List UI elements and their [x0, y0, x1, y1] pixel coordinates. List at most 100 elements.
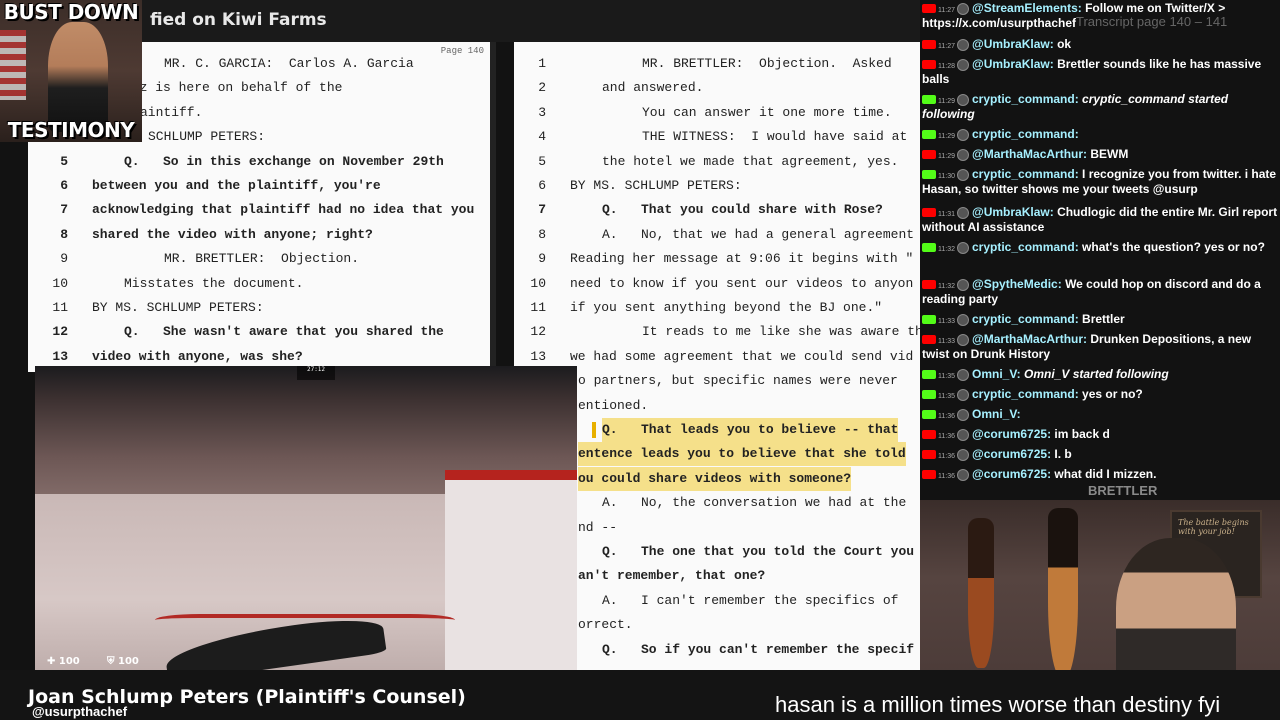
game-health-value: 100: [58, 656, 80, 667]
line-text: entence leads you to believe that she to…: [578, 442, 906, 467]
line-number: 4: [538, 129, 546, 145]
chat-username[interactable]: cryptic_command:: [972, 92, 1079, 106]
line-text: shared the video with anyone; right?: [92, 226, 373, 242]
kick-icon: [922, 243, 936, 253]
user-avatar: [957, 368, 969, 381]
game-armor-value: 100: [117, 656, 139, 667]
chat-username[interactable]: Omni_V:: [972, 367, 1021, 381]
chat-username[interactable]: @UmbraKlaw:: [972, 37, 1054, 51]
chat-message-text: BEWM: [1090, 147, 1129, 161]
page-title: fied on Kiwi Farms: [150, 10, 327, 30]
line-number: 8: [60, 226, 68, 242]
line-number: 5: [60, 153, 68, 169]
user-avatar: [957, 2, 969, 15]
highlight-marker: [592, 422, 596, 438]
channel-handle: @usurpthachef: [32, 704, 127, 719]
chat-message: 11:31 @UmbraKlaw: Chudlogic did the entir…: [922, 206, 1278, 233]
line-text: Q. That leads you to believe -- that: [602, 418, 899, 442]
chat-username[interactable]: @corum6725:: [972, 467, 1051, 481]
line-number: 10: [52, 275, 68, 291]
user-avatar: [957, 448, 969, 461]
transcript-line: 3 You can answer it one more time.: [514, 101, 920, 125]
chat-timestamp: 11:36: [938, 473, 955, 480]
chat-username[interactable]: @SpytheMedic:: [972, 277, 1062, 291]
line-text: ou could share videos with someone?: [578, 466, 852, 491]
chat-message-text: im back d: [1054, 427, 1110, 441]
transcript-line: 9 Reading her message at 9:06 it begins w…: [514, 247, 920, 271]
line-text: You can answer it one more time.: [642, 104, 892, 120]
kick-icon: [922, 370, 936, 380]
chat-username[interactable]: @UmbraKlaw:: [972, 57, 1054, 71]
kick-icon: [922, 170, 936, 180]
line-text: Q. The one that you told the Court you: [602, 544, 915, 559]
chat-message: 11:32 @SpytheMedic: We could hop on disco…: [922, 278, 1278, 305]
guitar-image: [968, 518, 994, 668]
wall-poster-text: The battle begins with your job!: [1178, 518, 1249, 536]
line-number: 10: [530, 275, 546, 291]
line-text: rez is here on behalf of the: [124, 80, 343, 96]
streamer-badge: BUST DOWN TESTIMONY: [0, 0, 142, 142]
chat-timestamp: 11:36: [938, 433, 955, 440]
transcript-line: 12 It reads to me like she was aware th: [514, 320, 920, 344]
chat-timestamp: 11:29: [938, 133, 955, 140]
chat-username[interactable]: cryptic_command:: [972, 312, 1079, 326]
chat-message-text: yes or no?: [1082, 387, 1143, 401]
game-armor: ⛨ 100: [107, 656, 139, 667]
line-text: need to know if you sent our videos to a…: [570, 275, 914, 291]
chat-username[interactable]: @MarthaMacArthur:: [972, 147, 1087, 161]
chat-username[interactable]: cryptic_command:: [972, 127, 1079, 141]
chat-message-text: ok: [1057, 37, 1072, 51]
youtube-icon: [922, 4, 936, 14]
chat-username[interactable]: cryptic_command:: [972, 167, 1079, 181]
line-text: It reads to me like she was aware th: [642, 324, 920, 340]
chat-message: 11:36 @corum6725: what did I mizzen.: [922, 468, 1278, 483]
line-text: orrect.: [578, 617, 633, 633]
chat-message-text: what's the question? yes or no?: [1082, 240, 1265, 254]
user-avatar: [957, 93, 969, 106]
chat-message: 11:29 cryptic_command: cryptic_command st…: [922, 93, 1278, 120]
line-number: 12: [52, 324, 68, 340]
line-text: acknowledging that plaintiff had no idea…: [92, 202, 475, 218]
game-floor-line: [155, 614, 455, 620]
game-wall-right: [445, 478, 577, 670]
chat-username[interactable]: @StreamElements:: [972, 1, 1082, 15]
line-number: 6: [538, 178, 546, 193]
user-avatar: [957, 241, 969, 254]
chat-timestamp: 11:27: [938, 43, 955, 50]
line-number: 11: [530, 300, 546, 315]
chat-username[interactable]: cryptic_command:: [972, 240, 1079, 254]
game-timer: 27:12: [297, 366, 335, 380]
chat-timestamp: 11:29: [938, 153, 955, 160]
flag-image: [0, 30, 26, 100]
line-text: SCHLUMP PETERS:: [148, 129, 266, 145]
chat-message: 11:36 Omni_V:: [922, 408, 1278, 423]
chat-username[interactable]: @corum6725:: [972, 447, 1051, 461]
user-avatar: [957, 428, 969, 441]
transcript-line: 8 A. No, that we had a general agreement: [514, 223, 920, 247]
user-avatar: [957, 388, 969, 401]
line-number: 12: [530, 324, 546, 340]
line-text: Q. So if you can't remember the specif: [602, 641, 915, 657]
user-avatar: [957, 313, 969, 326]
chat-timestamp: 11:28: [938, 63, 955, 70]
transcript-line: 7 acknowledging that plaintiff had no ide…: [28, 198, 490, 222]
chat-timestamp: 11:31: [938, 211, 955, 218]
chat-message: 11:29 cryptic_command:: [922, 128, 1278, 143]
user-avatar: [957, 408, 969, 421]
line-text: THE WITNESS: I would have said at: [642, 129, 908, 145]
chat-message-text: I. b: [1054, 447, 1072, 461]
chat-timestamp: 11:35: [938, 393, 955, 400]
line-number: 8: [538, 226, 546, 242]
chat-username[interactable]: Omni_V:: [972, 407, 1021, 421]
kick-icon: [922, 130, 936, 140]
chat-username[interactable]: @MarthaMacArthur:: [972, 332, 1087, 346]
chat-timestamp: 11:33: [938, 338, 955, 345]
chat-timestamp: 11:30: [938, 173, 955, 180]
chat-username[interactable]: @UmbraKlaw:: [972, 205, 1054, 219]
user-avatar: [957, 468, 969, 481]
user-avatar: [957, 38, 969, 51]
chat-username[interactable]: @corum6725:: [972, 427, 1051, 441]
chat-username[interactable]: cryptic_command:: [972, 387, 1079, 401]
chat-background-name: BRETTLER: [1088, 483, 1158, 498]
transcript-line: 6 between you and the plaintiff, you're: [28, 174, 490, 198]
